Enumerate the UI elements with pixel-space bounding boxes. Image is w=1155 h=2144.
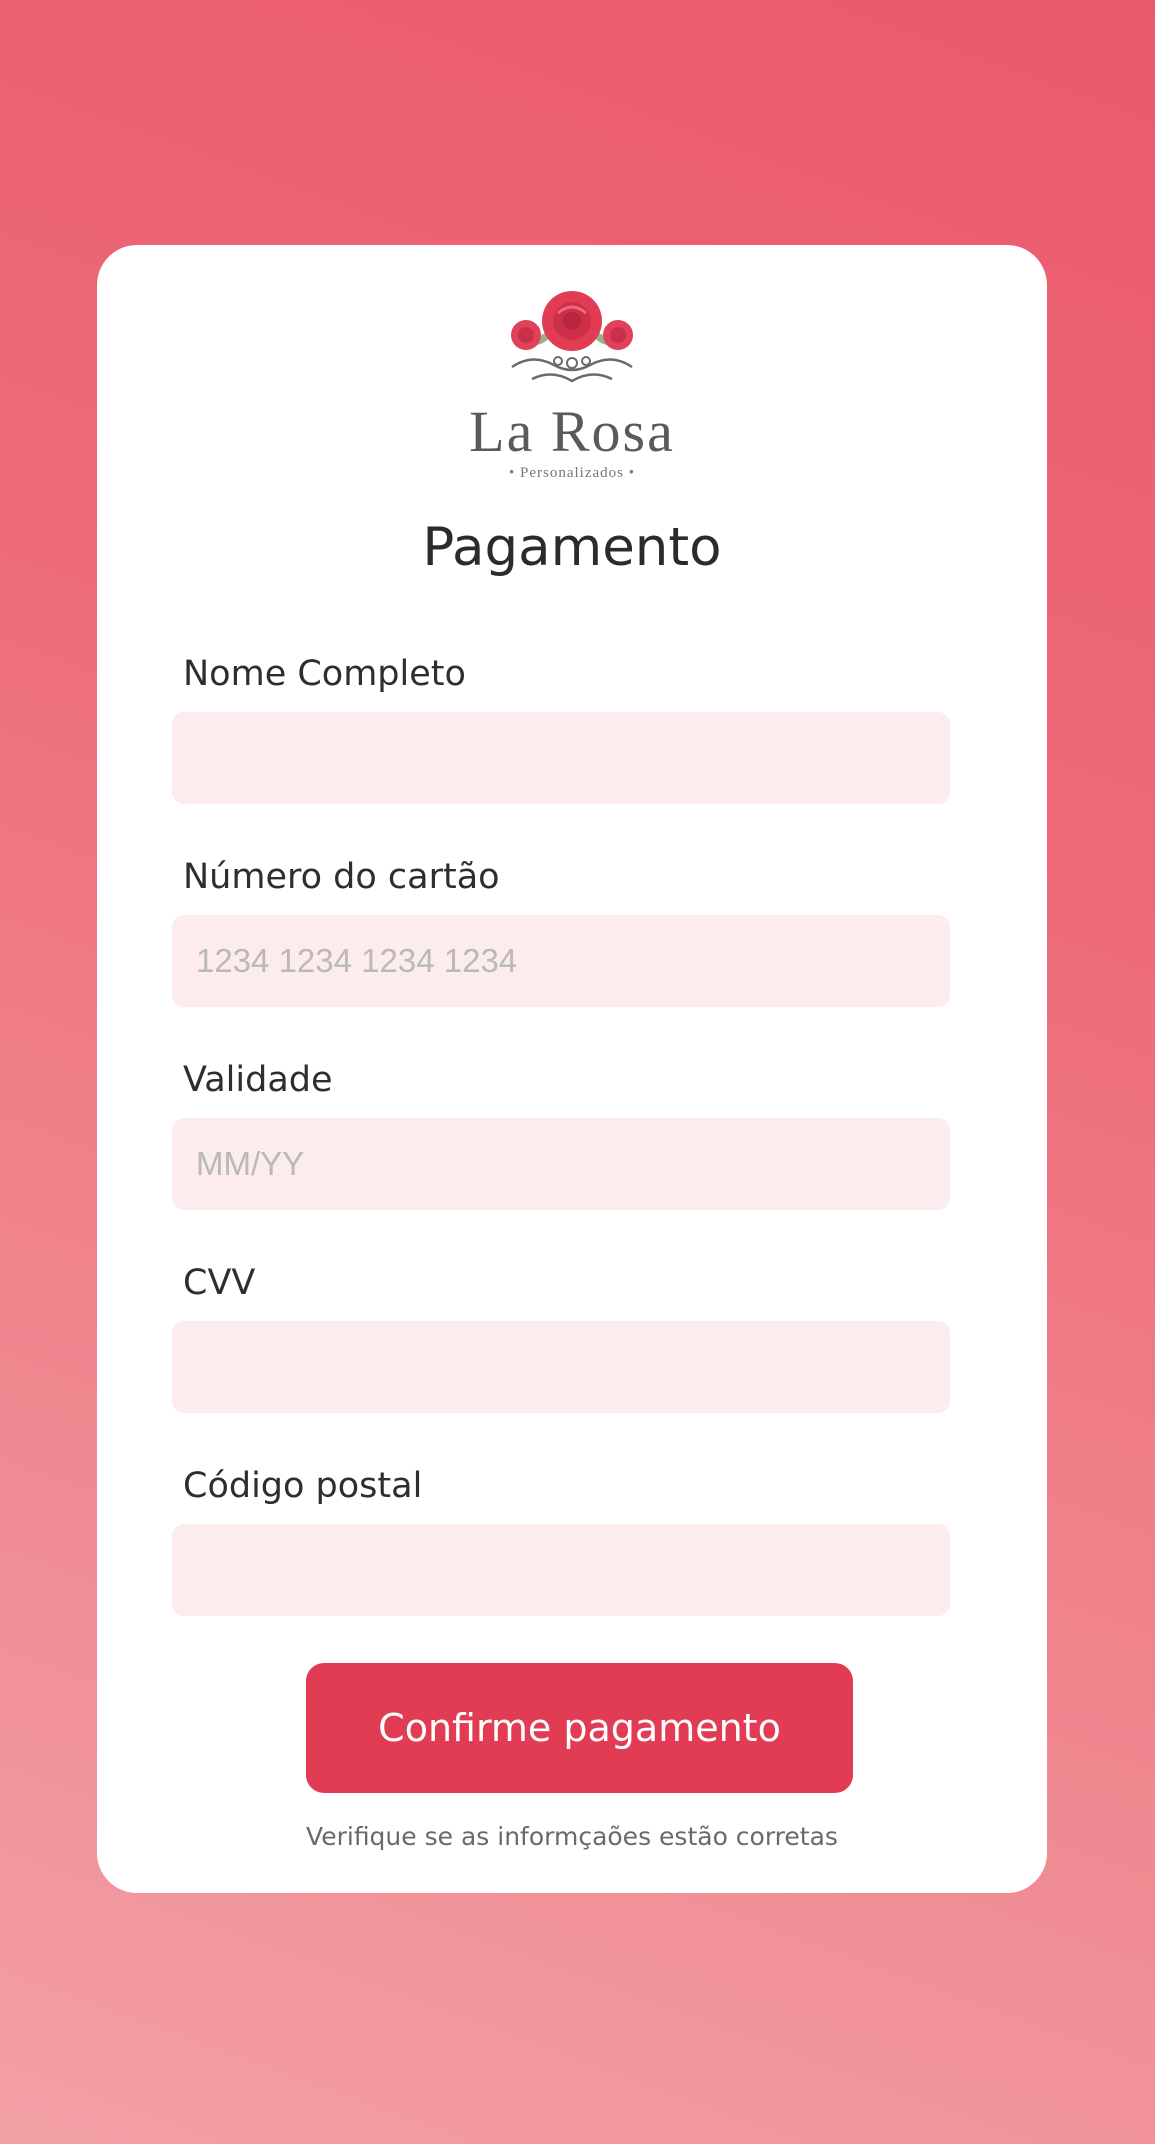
full-name-input[interactable]	[172, 712, 950, 804]
brand-logo: La Rosa • Personalizados •	[97, 287, 1047, 482]
expiry-label: Validade	[183, 1060, 333, 1100]
cvv-input[interactable]	[172, 1321, 950, 1413]
full-name-label: Nome Completo	[183, 654, 466, 694]
postal-code-group: Código postal	[172, 1462, 950, 1616]
postal-code-label: Código postal	[183, 1466, 423, 1506]
expiry-input[interactable]	[172, 1118, 950, 1210]
brand-subtitle: • Personalizados •	[509, 465, 635, 481]
verification-note: Verifique se as informçaões estão corret…	[306, 1822, 838, 1851]
payment-card: La Rosa • Personalizados • Pagamento Nom…	[97, 245, 1047, 1893]
page-title: Pagamento	[422, 517, 722, 578]
full-name-group: Nome Completo	[172, 650, 950, 804]
brand-name: La Rosa	[469, 399, 675, 464]
card-number-group: Número do cartão	[172, 853, 950, 1007]
expiry-group: Validade	[172, 1056, 950, 1210]
card-number-input[interactable]	[172, 915, 950, 1007]
rose-icon	[97, 287, 1047, 397]
confirm-payment-button[interactable]: Confirme pagamento	[306, 1663, 853, 1793]
cvv-group: CVV	[172, 1259, 950, 1413]
cvv-label: CVV	[183, 1263, 256, 1303]
postal-code-input[interactable]	[172, 1524, 950, 1616]
card-number-label: Número do cartão	[183, 857, 500, 897]
